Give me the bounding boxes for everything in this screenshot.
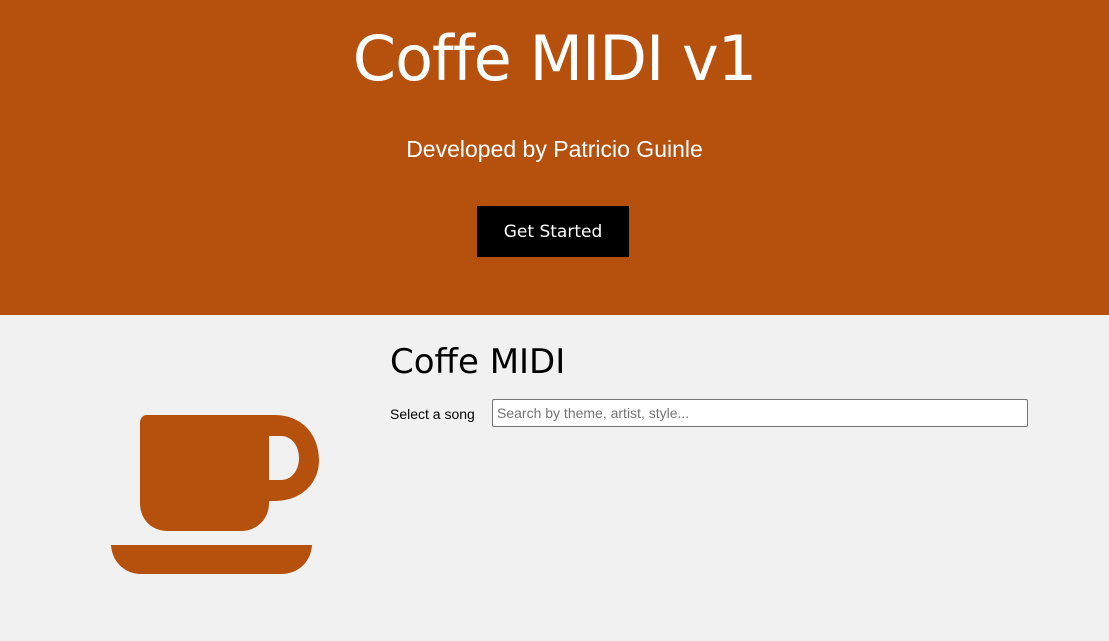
song-select-label: Select a song [390,406,475,422]
song-search-input[interactable] [492,399,1028,427]
get-started-button[interactable]: Get Started [477,206,629,257]
section-title: Coffe MIDI [390,342,566,382]
hero-title: Coffe MIDI v1 [352,22,757,95]
hero-banner: Coffe MIDI v1 Developed by Patricio Guin… [0,0,1109,315]
hero-subtitle: Developed by Patricio Guinle [406,136,703,162]
coffee-cup-icon [111,415,319,574]
cup-body [140,415,319,531]
saucer [111,545,312,574]
main-section: Coffe MIDI Select a song [0,315,1109,641]
